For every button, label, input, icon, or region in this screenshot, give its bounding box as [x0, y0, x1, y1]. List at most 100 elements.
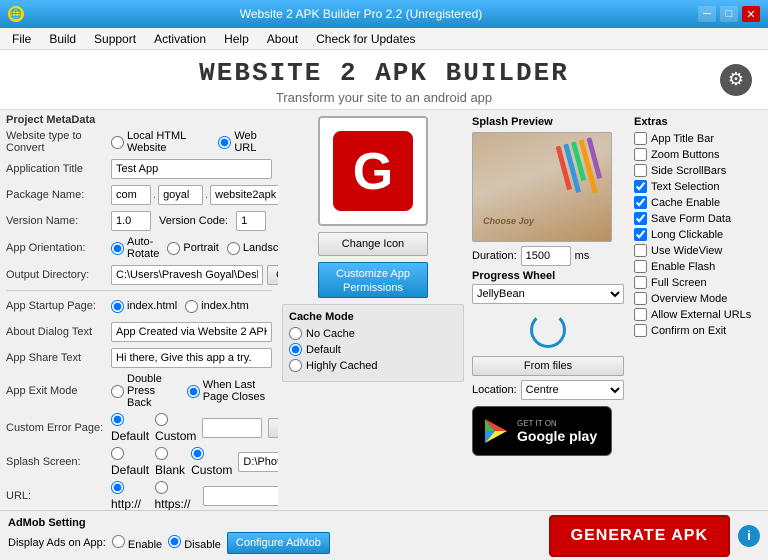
- extra-app-title-bar[interactable]: App Title Bar: [634, 132, 762, 145]
- radio-splash-custom[interactable]: Custom: [191, 447, 232, 477]
- extra-text-selection[interactable]: Text Selection: [634, 180, 762, 193]
- radio-error-default[interactable]: Default: [111, 413, 149, 443]
- cache-no-cache[interactable]: No Cache: [289, 327, 457, 340]
- output-dir-input[interactable]: [111, 265, 263, 285]
- play-store-text: GET IT ON Google play: [517, 419, 597, 444]
- radio-splash-blank[interactable]: Blank: [155, 447, 185, 477]
- radio-index-htm[interactable]: index.htm: [185, 300, 249, 313]
- radio-admob-enable[interactable]: Enable: [112, 535, 162, 551]
- radio-error-custom[interactable]: Custom: [155, 413, 196, 443]
- radio-http[interactable]: http://: [111, 481, 149, 510]
- radio-index-html[interactable]: index.html: [111, 300, 177, 313]
- splash-panel: Splash Preview Choose Joy Duration: [468, 110, 628, 510]
- url-label: URL:: [6, 490, 111, 502]
- bottom-right: GENERATE APK i: [549, 515, 760, 557]
- app-share-label: App Share Text: [6, 352, 111, 364]
- admob-section-title: AdMob Setting: [8, 517, 86, 529]
- version-code-input[interactable]: [236, 211, 266, 231]
- customize-permissions-button[interactable]: Customize App Permissions: [318, 262, 428, 298]
- app-title: WEBSITE 2 APK BUILDER: [0, 58, 768, 88]
- radio-https[interactable]: https://: [155, 481, 197, 510]
- configure-admob-button[interactable]: Configure AdMob: [227, 532, 330, 554]
- cache-section: Cache Mode No Cache Default Highly Cache…: [282, 304, 464, 382]
- play-store-icon: [481, 417, 509, 445]
- app-share-input[interactable]: [111, 348, 272, 368]
- app-subtitle: Transform your site to an android app: [0, 90, 768, 105]
- menu-about[interactable]: About: [259, 30, 306, 48]
- extra-allow-external-urls[interactable]: Allow External URLs: [634, 308, 762, 321]
- radio-last-page[interactable]: When Last Page Closes: [187, 379, 272, 403]
- change-icon-button[interactable]: Change Icon: [318, 232, 428, 256]
- extra-cache-enable[interactable]: Cache Enable: [634, 196, 762, 209]
- extra-side-scrollbars[interactable]: Side ScrollBars: [634, 164, 762, 177]
- exit-mode-label: App Exit Mode: [6, 385, 111, 397]
- minimize-button[interactable]: ─: [698, 6, 716, 22]
- menu-help[interactable]: Help: [216, 30, 257, 48]
- radio-double-press[interactable]: Double Press Back: [111, 373, 181, 409]
- extra-long-clickable[interactable]: Long Clickable: [634, 228, 762, 241]
- bottom-left: AdMob Setting Display Ads on App: Enable…: [8, 517, 330, 554]
- error-browse-button[interactable]: Browse...: [268, 418, 278, 438]
- app-title-input[interactable]: [111, 159, 272, 179]
- duration-input[interactable]: [521, 246, 571, 266]
- change-dir-button[interactable]: Change...: [267, 265, 278, 285]
- about-dialog-input[interactable]: [111, 322, 272, 342]
- version-row: Version Code:: [111, 211, 272, 231]
- version-name-input[interactable]: [111, 211, 151, 231]
- splash-path-input[interactable]: [238, 452, 278, 472]
- package-part1[interactable]: [111, 185, 151, 205]
- app-icon-box: G: [318, 116, 428, 226]
- cache-default[interactable]: Default: [289, 343, 457, 356]
- location-label: Location:: [472, 384, 517, 396]
- extra-zoom-buttons[interactable]: Zoom Buttons: [634, 148, 762, 161]
- info-icon[interactable]: i: [738, 525, 760, 547]
- radio-landscape[interactable]: Landscape: [227, 242, 278, 255]
- package-name-row: . .: [111, 185, 278, 205]
- extra-confirm-on-exit[interactable]: Confirm on Exit: [634, 324, 762, 337]
- custom-error-label: Custom Error Page:: [6, 422, 111, 434]
- window-controls: ─ □ ✕: [698, 6, 760, 22]
- radio-splash-default[interactable]: Default: [111, 447, 149, 477]
- error-path-input[interactable]: [202, 418, 262, 438]
- progress-style-select[interactable]: JellyBean ICS Gingerbread: [472, 284, 624, 304]
- package-label: Package Name:: [6, 189, 111, 201]
- from-files-button[interactable]: From files: [472, 356, 624, 376]
- extra-full-screen[interactable]: Full Screen: [634, 276, 762, 289]
- splash-screen-label: Splash Screen:: [6, 456, 111, 468]
- orientation-group: Auto-Rotate Portrait Landscape: [111, 236, 278, 260]
- package-part3[interactable]: [210, 185, 278, 205]
- radio-portrait[interactable]: Portrait: [167, 242, 218, 255]
- title-bar: 🌐 Website 2 APK Builder Pro 2.2 (Unregis…: [0, 0, 768, 28]
- radio-web-url[interactable]: Web URL: [218, 130, 272, 154]
- radio-local-html[interactable]: Local HTML Website: [111, 130, 210, 154]
- extra-overview-mode[interactable]: Overview Mode: [634, 292, 762, 305]
- startup-group: index.html index.htm: [111, 300, 249, 313]
- admob-display-row: Display Ads on App: Enable Disable Confi…: [8, 532, 330, 554]
- menu-bar: File Build Support Activation Help About…: [0, 28, 768, 50]
- radio-auto-rotate[interactable]: Auto-Rotate: [111, 236, 159, 260]
- settings-icon[interactable]: ⚙: [720, 64, 752, 96]
- maximize-button[interactable]: □: [720, 6, 738, 22]
- close-button[interactable]: ✕: [742, 6, 760, 22]
- window-title: Website 2 APK Builder Pro 2.2 (Unregiste…: [24, 7, 698, 21]
- cache-highly-cached[interactable]: Highly Cached: [289, 359, 457, 372]
- menu-build[interactable]: Build: [41, 30, 84, 48]
- radio-admob-disable[interactable]: Disable: [168, 535, 221, 551]
- output-dir-label: Output Directory:: [6, 269, 111, 281]
- menu-support[interactable]: Support: [86, 30, 144, 48]
- extra-use-wideview[interactable]: Use WideView: [634, 244, 762, 257]
- startup-label: App Startup Page:: [6, 300, 111, 312]
- extra-save-form-data[interactable]: Save Form Data: [634, 212, 762, 225]
- menu-activation[interactable]: Activation: [146, 30, 214, 48]
- svg-text:G: G: [353, 143, 393, 201]
- extra-enable-flash[interactable]: Enable Flash: [634, 260, 762, 273]
- progress-row: JellyBean ICS Gingerbread: [472, 284, 624, 304]
- package-part2[interactable]: [158, 185, 203, 205]
- location-select[interactable]: Centre Top Bottom: [521, 380, 624, 400]
- menu-file[interactable]: File: [4, 30, 39, 48]
- url-input[interactable]: [203, 486, 278, 506]
- admob-label: Display Ads on App:: [8, 537, 106, 549]
- google-play-badge[interactable]: GET IT ON Google play: [472, 406, 612, 456]
- menu-check-updates[interactable]: Check for Updates: [308, 30, 423, 48]
- generate-apk-button[interactable]: GENERATE APK: [549, 515, 730, 557]
